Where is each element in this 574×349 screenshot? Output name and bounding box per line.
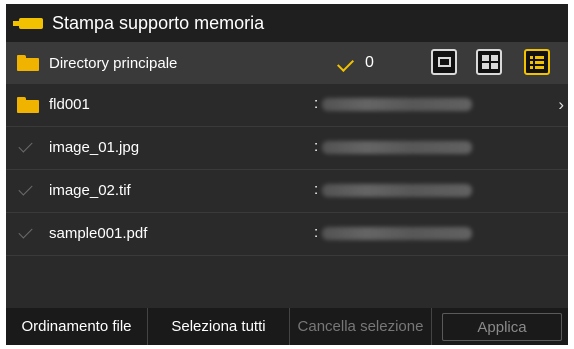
folder-icon bbox=[17, 97, 39, 113]
action-bar: Ordinamento file Seleziona tutti Cancell… bbox=[6, 308, 568, 345]
single-view-button[interactable] bbox=[431, 49, 457, 75]
file-row[interactable]: sample001.pdf : bbox=[6, 213, 568, 256]
file-name: image_02.tif bbox=[49, 182, 131, 199]
grid-view-icon bbox=[482, 55, 489, 61]
checkmark-icon bbox=[337, 55, 354, 72]
single-view-icon bbox=[438, 57, 451, 67]
file-name: sample001.pdf bbox=[49, 225, 148, 242]
unchecked-checkmark-icon bbox=[18, 181, 33, 196]
title-bar: Stampa supporto memoria bbox=[6, 4, 568, 42]
file-row[interactable]: image_01.jpg : bbox=[6, 127, 568, 170]
page-title: Stampa supporto memoria bbox=[52, 13, 265, 33]
chevron-right-icon: › bbox=[558, 95, 564, 114]
file-date-redacted bbox=[322, 98, 472, 111]
file-date-redacted bbox=[322, 227, 472, 240]
list-view-icon bbox=[530, 56, 533, 59]
directory-bar: Directory principale 0 bbox=[6, 42, 568, 84]
apply-button[interactable]: Applica bbox=[442, 313, 562, 341]
file-date-redacted bbox=[322, 184, 472, 197]
file-info-separator: : bbox=[314, 138, 319, 155]
file-date-redacted bbox=[322, 141, 472, 154]
select-all-button[interactable]: Seleziona tutti bbox=[148, 308, 290, 345]
file-info-separator: : bbox=[314, 95, 319, 112]
file-row[interactable]: image_02.tif : bbox=[6, 170, 568, 213]
file-name: fld001 bbox=[49, 96, 90, 113]
list-view-button[interactable] bbox=[524, 49, 550, 75]
memory-print-screen: Stampa supporto memoria Directory princi… bbox=[6, 4, 568, 345]
file-info-separator: : bbox=[314, 181, 319, 198]
grid-view-button[interactable] bbox=[476, 49, 502, 75]
folder-icon bbox=[17, 55, 39, 71]
file-row-folder[interactable]: fld001 : › bbox=[6, 84, 568, 127]
unchecked-checkmark-icon bbox=[18, 138, 33, 153]
clear-selection-button[interactable]: Cancella selezione bbox=[290, 308, 432, 345]
file-info-separator: : bbox=[314, 224, 319, 241]
file-name: image_01.jpg bbox=[49, 139, 140, 156]
sort-files-button[interactable]: Ordinamento file bbox=[6, 308, 148, 345]
selected-count-value: 0 bbox=[365, 54, 374, 71]
unchecked-checkmark-icon bbox=[18, 224, 33, 239]
usb-drive-icon bbox=[13, 18, 43, 29]
current-directory-label: Directory principale bbox=[49, 55, 178, 72]
